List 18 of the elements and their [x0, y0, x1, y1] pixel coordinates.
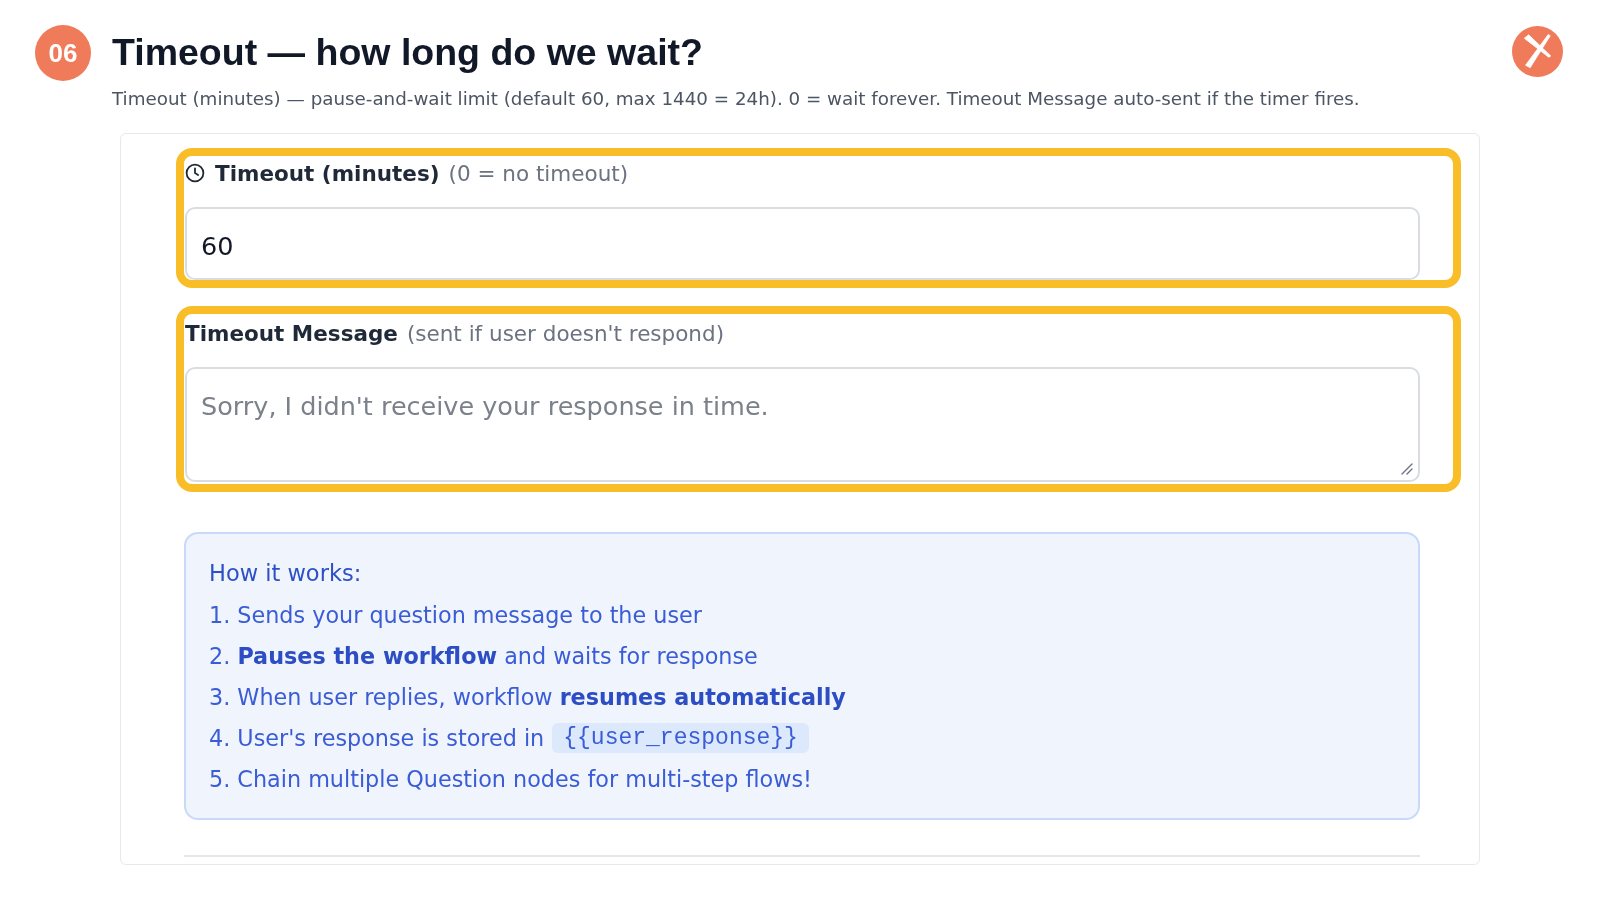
- info-heading: How it works:: [209, 559, 362, 588]
- logo-icon: [1512, 26, 1563, 77]
- page-subtitle: Timeout (minutes) — pause-and-wait limit (default 60, max 1440 = 24h). 0 = wait forever. Timeout Message auto-sent if the timer fires.: [112, 87, 1361, 111]
- field-label: Timeout Message: [185, 320, 398, 346]
- step-text: 2. Pauses the workflow and waits for response: [209, 642, 758, 669]
- textarea-field[interactable]: Sorry, I didn't receive your response in time.: [185, 367, 1420, 482]
- field-hint: (0 = no timeout): [448, 160, 629, 186]
- field-hint: (sent if user doesn't respond): [406, 320, 725, 346]
- field-label: Timeout (minutes): [215, 160, 440, 186]
- step-text: 3. When user replies, workflow resumes automatically: [209, 683, 846, 710]
- step-text: 5. Chain multiple Question nodes for multi-step flows!: [209, 765, 812, 792]
- input-field[interactable]: 60: [185, 207, 1420, 280]
- step-text: 4. User's response is stored in: [209, 724, 545, 751]
- step-number-badge: 06: [35, 25, 91, 81]
- page-title: Timeout — how long do we wait?: [112, 30, 704, 75]
- step-text: 1. Sends your question message to the user: [209, 601, 702, 628]
- resize-grip-icon[interactable]: [1401, 463, 1413, 475]
- code-snippet: {{user_response}}: [552, 722, 809, 753]
